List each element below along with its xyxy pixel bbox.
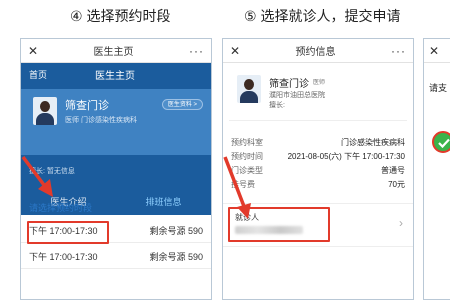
red-arrow-icon	[21, 155, 53, 197]
step5-heading: ⑤ 选择就诊人，提交申请	[244, 8, 401, 24]
step4-heading: ④ 选择预约时段	[70, 8, 171, 24]
phone-submit-result: ✕ 请支	[423, 38, 450, 300]
phone-doctor-home: ✕ 医生主页 ··· 首页 医生主页 筛查门诊 医师 门诊感染性疾病科 医生资料…	[20, 38, 212, 300]
red-arrow-icon	[223, 156, 251, 219]
result-title: 请支	[429, 83, 448, 93]
phone-appointment-info: ✕ 预约信息 ··· 筛查门诊 医师 濮阳市油田总医院 擅长: 预约科室 门诊感染…	[222, 38, 414, 300]
success-check-icon	[432, 131, 450, 153]
close-icon[interactable]: ✕	[429, 44, 439, 58]
title-bar: ✕	[424, 39, 450, 63]
